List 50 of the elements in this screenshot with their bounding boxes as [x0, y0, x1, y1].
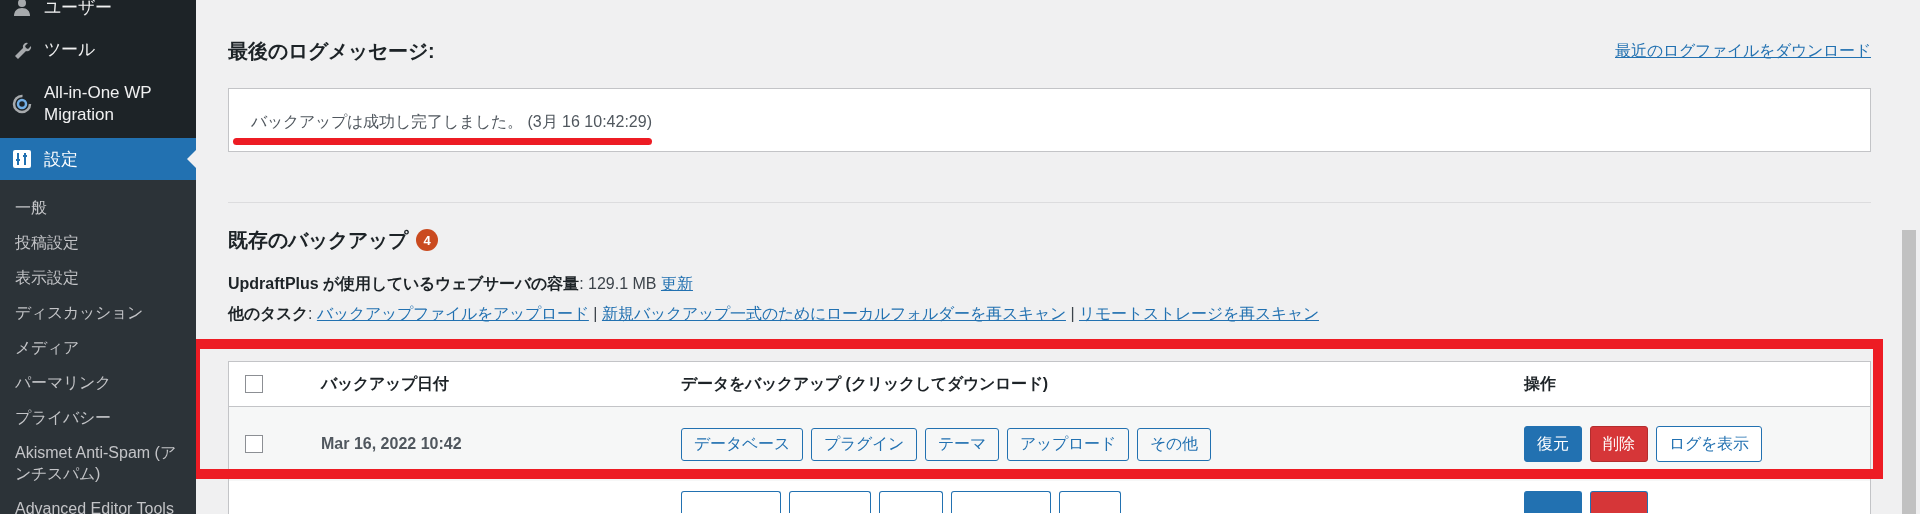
select-all-checkbox[interactable] — [245, 375, 263, 393]
submenu-item[interactable]: パーマリンク — [0, 365, 196, 400]
submenu-item[interactable]: 一般 — [0, 190, 196, 225]
restore-button[interactable]: 復元 — [1524, 426, 1582, 462]
menu-item-label: 設定 — [44, 148, 78, 171]
submenu-item[interactable]: メディア — [0, 330, 196, 365]
menu-item-label: All-in-One WP Migration — [44, 82, 153, 126]
submenu-item[interactable]: Advanced Editor Tools — [0, 491, 196, 514]
section-heading: 既存のバックアップ — [228, 228, 408, 253]
column-header: 操作 — [1524, 373, 1557, 394]
download-button[interactable]: プラグイン — [811, 427, 917, 461]
submenu-item[interactable]: プライバシー — [0, 400, 196, 435]
submenu-item[interactable]: Akismet Anti-Spam (アンチスパム) — [0, 435, 196, 491]
scrollbar-thumb[interactable] — [1902, 230, 1916, 514]
cut-off-button[interactable] — [681, 491, 781, 513]
cut-off-button[interactable] — [1059, 491, 1121, 513]
backup-date: Mar 16, 2022 10:42 — [321, 435, 463, 453]
other-tasks-text: 他のタスク: バックアップファイルをアップロード | 新規バックアップ一式のためにローカルフォルダーを再スキャン | リモートストレージを再スキャン — [228, 304, 1320, 324]
task-link[interactable]: バックアップファイルをアップロード — [316, 305, 589, 322]
cut-off-button[interactable] — [951, 491, 1051, 513]
person-icon — [12, 0, 32, 17]
section-heading: 最後のログメッセージ: — [228, 39, 435, 64]
download-log-link[interactable]: 最近のログファイルをダウンロード — [1615, 40, 1871, 62]
swirl-icon — [12, 94, 32, 114]
cut-off-button[interactable] — [879, 491, 943, 513]
sliders-icon — [12, 149, 32, 169]
task-link[interactable]: リモートストレージを再スキャン — [1079, 305, 1319, 322]
menu-item[interactable]: 設定 — [0, 138, 196, 180]
disk-usage-text: UpdraftPlus が使用しているウェブサーバの容量: 129.1 MB 更新 — [228, 274, 694, 294]
column-header: データをバックアップ (クリックしてダウンロード) — [681, 373, 1050, 394]
view-log-button[interactable]: ログを表示 — [1656, 426, 1762, 462]
cut-off-button[interactable] — [789, 491, 871, 513]
log-message: バックアップは成功し完了しました。 (3月 16 10:42:29) — [250, 112, 652, 132]
menu-item[interactable]: All-in-One WP Migration — [0, 70, 196, 138]
column-header: バックアップ日付 — [321, 373, 450, 394]
download-button[interactable]: アップロード — [1007, 427, 1129, 461]
current-pointer-icon — [187, 150, 196, 168]
count-badge: 4 — [416, 229, 438, 251]
submenu-item[interactable]: 表示設定 — [0, 260, 196, 295]
download-button[interactable]: データベース — [681, 427, 803, 461]
submenu-item[interactable]: ディスカッション — [0, 295, 196, 330]
download-button[interactable]: テーマ — [925, 427, 999, 461]
download-button[interactable]: その他 — [1137, 427, 1211, 461]
task-link[interactable]: 新規バックアップ一式のためにローカルフォルダーを再スキャン — [601, 305, 1066, 322]
submenu-item[interactable]: 投稿設定 — [0, 225, 196, 260]
delete-button[interactable]: 削除 — [1590, 426, 1648, 462]
menu-item[interactable]: ツール — [0, 28, 196, 70]
row-checkbox[interactable] — [245, 435, 263, 453]
refresh-link[interactable]: 更新 — [660, 275, 693, 292]
menu-item-label: ツール — [44, 38, 95, 61]
